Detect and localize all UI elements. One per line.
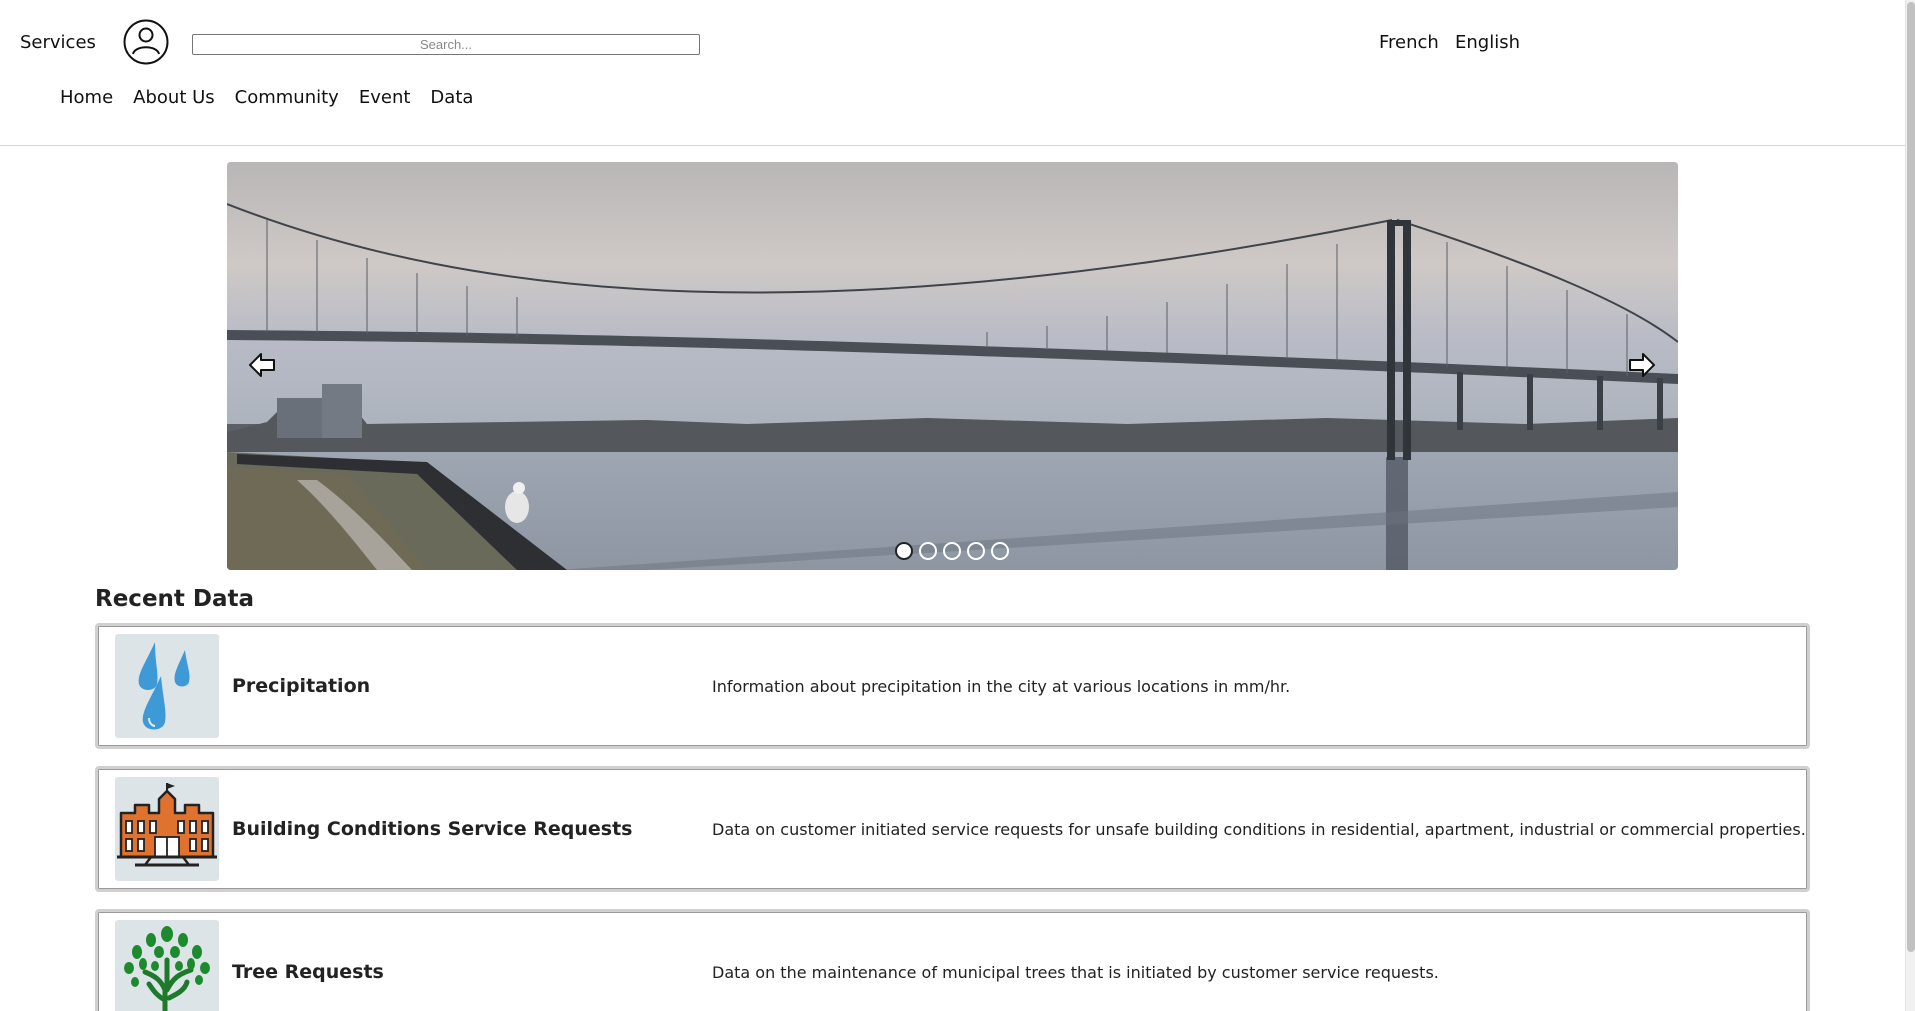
image-carousel[interactable] <box>227 162 1678 570</box>
nav-item-event[interactable]: Event <box>359 87 411 108</box>
scrollbar-thumb[interactable] <box>1907 2 1915 952</box>
carousel-next-arrow-icon[interactable] <box>1627 350 1657 380</box>
dataset-description: Data on the maintenance of municipal tre… <box>712 962 1439 982</box>
tree-icon <box>115 920 219 1011</box>
site-header: Services French English Home About Us Co… <box>0 0 1905 146</box>
language-french-link[interactable]: French <box>1379 32 1439 53</box>
carousel-prev-arrow-icon[interactable] <box>247 350 277 380</box>
bridge-photo <box>227 162 1678 570</box>
recent-data-heading: Recent Data <box>95 586 255 612</box>
nav-item-home[interactable]: Home <box>60 87 113 108</box>
search-input[interactable] <box>192 34 700 55</box>
carousel-dot-4[interactable] <box>967 542 985 560</box>
dataset-name: Tree Requests <box>232 961 384 983</box>
nav-item-data[interactable]: Data <box>430 87 473 108</box>
carousel-dot-3[interactable] <box>943 542 961 560</box>
dataset-card-tree-requests[interactable]: Tree Requests Data on the maintenance of… <box>95 909 1810 1011</box>
dataset-card-precipitation[interactable]: Precipitation Information about precipit… <box>95 623 1810 749</box>
page-scrollbar[interactable] <box>1905 0 1915 1011</box>
carousel-indicators <box>895 542 1009 560</box>
carousel-dot-2[interactable] <box>919 542 937 560</box>
dataset-description: Data on customer initiated service reque… <box>712 819 1806 839</box>
nav-item-community[interactable]: Community <box>235 87 339 108</box>
services-link[interactable]: Services <box>20 32 96 53</box>
carousel-dot-1[interactable] <box>895 542 913 560</box>
building-icon <box>115 777 219 881</box>
dataset-name: Building Conditions Service Requests <box>232 818 633 840</box>
main-nav: Home About Us Community Event Data <box>60 87 493 108</box>
dataset-name: Precipitation <box>232 675 371 697</box>
dataset-description: Information about precipitation in the c… <box>712 676 1291 696</box>
carousel-dot-5[interactable] <box>991 542 1009 560</box>
user-account-icon[interactable] <box>123 19 169 65</box>
raindrops-icon <box>115 634 219 738</box>
dataset-card-building-conditions[interactable]: Building Conditions Service Requests Dat… <box>95 766 1810 892</box>
nav-item-about-us[interactable]: About Us <box>133 87 215 108</box>
language-english-link[interactable]: English <box>1455 32 1520 53</box>
